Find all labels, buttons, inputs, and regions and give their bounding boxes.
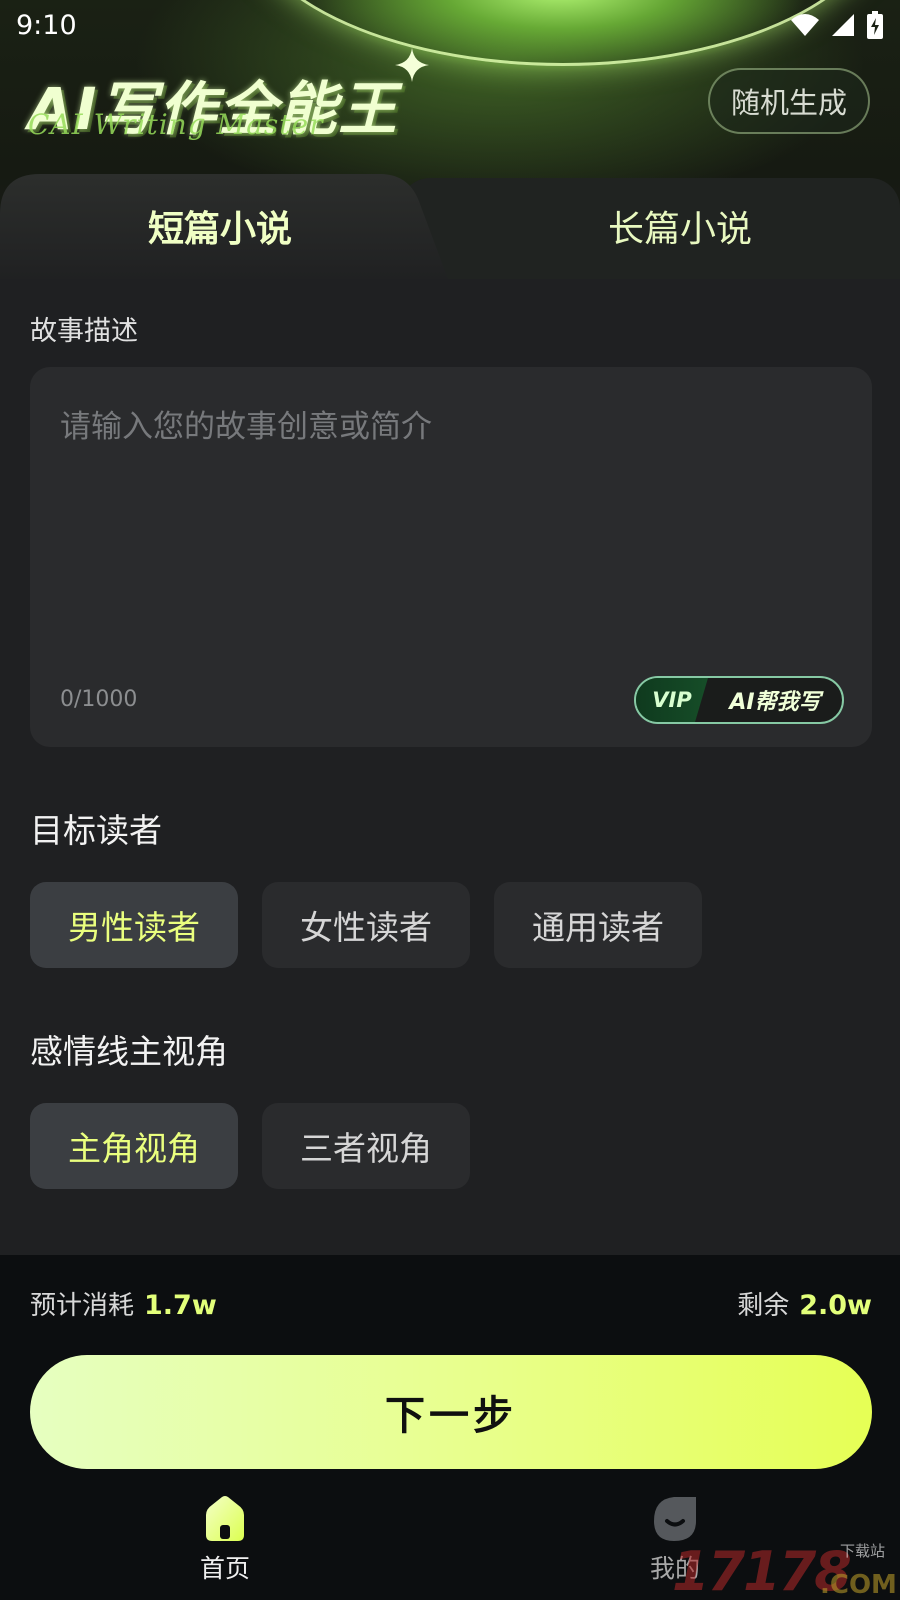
- cost-row: 预计消耗 1.7w 剩余 2.0w: [30, 1285, 872, 1322]
- character-counter: 0/1000: [60, 687, 138, 712]
- nav-label-home: 首页: [199, 1554, 250, 1583]
- status-bar: 9:10: [0, 0, 900, 50]
- estimated-cost-value: 1.7w: [144, 1290, 217, 1321]
- logo-subtitle: CAI Writing Master: [28, 108, 324, 141]
- profile-icon: [654, 1497, 696, 1541]
- novel-type-tabs: 短篇小说 长篇小说: [0, 174, 900, 279]
- estimated-cost-label: 预计消耗: [30, 1291, 135, 1321]
- chip-general-reader[interactable]: 通用读者: [494, 882, 702, 968]
- nav-item-home[interactable]: 首页: [175, 1495, 275, 1585]
- status-time: 9:10: [16, 9, 77, 41]
- sparkle-icon: [395, 48, 429, 82]
- vip-badge: VIP: [636, 678, 708, 722]
- watermark-subtitle: 下载站: [840, 1542, 886, 1560]
- watermark-domain: .COM: [820, 1570, 897, 1600]
- chip-female-reader[interactable]: 女性读者: [262, 882, 470, 968]
- ai-help-write-label: AI帮我写: [729, 690, 821, 715]
- chip-third-party-view[interactable]: 三者视角: [262, 1103, 470, 1189]
- estimated-cost: 预计消耗 1.7w: [30, 1285, 217, 1322]
- remaining-balance: 剩余 2.0w: [737, 1285, 872, 1322]
- random-generate-button[interactable]: 随机生成: [708, 68, 870, 134]
- target-reader-title: 目标读者: [30, 811, 162, 850]
- chip-male-reader[interactable]: 男性读者: [30, 882, 238, 968]
- perspective-title: 感情线主视角: [30, 1032, 228, 1071]
- chip-protagonist-view[interactable]: 主角视角: [30, 1103, 238, 1189]
- battery-charging-icon: [867, 11, 883, 39]
- remaining-label: 剩余: [737, 1291, 790, 1321]
- status-icons: [790, 10, 884, 40]
- home-icon: [206, 1496, 244, 1541]
- story-description-input[interactable]: 请输入您的故事创意或简介 0/1000 VIP AI帮我写: [30, 367, 872, 747]
- ai-help-write-button[interactable]: VIP AI帮我写: [634, 676, 844, 724]
- main-form: 故事描述 请输入您的故事创意或简介 0/1000 VIP AI帮我写 目标读者 …: [0, 279, 900, 1255]
- story-description-label: 故事描述: [30, 316, 138, 347]
- next-step-button[interactable]: 下一步: [30, 1355, 872, 1469]
- story-input-placeholder: 请输入您的故事创意或简介: [60, 409, 432, 445]
- remaining-value: 2.0w: [799, 1290, 872, 1321]
- app-logo: AI写作全能王 CAI Writing Master: [28, 62, 398, 146]
- tab-long-novel[interactable]: 长篇小说: [608, 200, 752, 252]
- tab-short-novel[interactable]: 短篇小说: [148, 200, 292, 252]
- cellular-signal-icon: [832, 14, 854, 36]
- wifi-icon: [791, 14, 819, 36]
